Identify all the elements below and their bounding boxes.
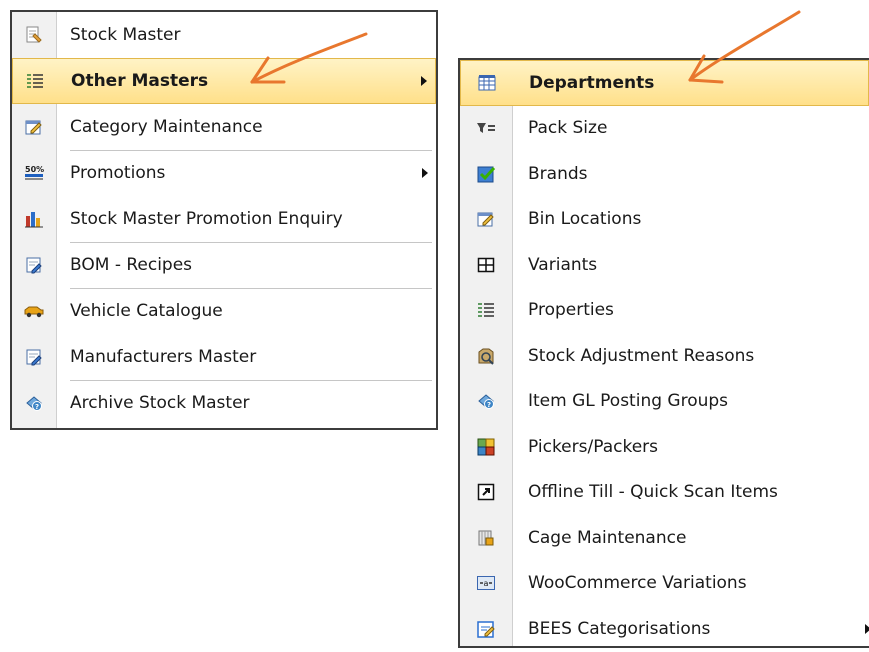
menu-item-pickers-packers[interactable]: Pickers/Packers: [460, 424, 869, 470]
menu-item-archive-stock-master[interactable]: ? Archive Stock Master: [12, 380, 436, 426]
menu-item-vehicle-catalogue[interactable]: Vehicle Catalogue: [12, 288, 436, 334]
menu-item-label: Variants: [528, 254, 598, 275]
cage-icon: [460, 515, 512, 561]
svg-text:a: a: [484, 579, 489, 588]
menu-item-stock-adjustment-reasons[interactable]: Stock Adjustment Reasons: [460, 333, 869, 379]
menu-item-item-gl-posting-groups[interactable]: ? Item GL Posting Groups: [460, 379, 869, 425]
adjustment-icon: [460, 333, 512, 379]
gl-posting-icon: ?: [460, 379, 512, 425]
menu-item-label: Stock Master: [70, 25, 181, 45]
svg-text:?: ?: [487, 401, 491, 409]
menu-item-departments[interactable]: Departments: [460, 60, 869, 106]
bees-icon: [460, 606, 512, 652]
menu-item-promotion-enquiry[interactable]: Stock Master Promotion Enquiry: [12, 196, 436, 242]
menu-item-label: BEES Categorisations: [528, 618, 711, 639]
menu-item-label: WooCommerce Variations: [528, 573, 747, 594]
woocommerce-icon: a: [460, 561, 512, 607]
menu-item-label: Category Maintenance: [70, 117, 263, 137]
menu-item-offline-till-quick-scan[interactable]: Offline Till - Quick Scan Items: [460, 470, 869, 516]
menu-item-label: Vehicle Catalogue: [70, 301, 223, 321]
shortcut-icon: [460, 470, 512, 516]
menu-item-variants[interactable]: Variants: [460, 242, 869, 288]
menu-item-brands[interactable]: Brands: [460, 151, 869, 197]
submenu-arrow-icon: [865, 623, 869, 634]
menu-item-label: Bin Locations: [528, 209, 642, 230]
archive-icon: ?: [12, 380, 56, 426]
menu-item-bees-categorisations[interactable]: BEES Categorisations: [460, 606, 869, 652]
category-icon: [12, 104, 56, 150]
properties-icon: [460, 288, 512, 334]
menu-item-label: Promotions: [70, 163, 166, 183]
variants-icon: [460, 242, 512, 288]
stock-menu: Stock Master Other Masters Category Main…: [10, 10, 438, 430]
menu-item-label: Pickers/Packers: [528, 436, 659, 457]
manufacturers-icon: [12, 334, 56, 380]
other-masters-icon: [13, 59, 57, 103]
stock-master-icon: [12, 12, 56, 58]
menu-item-label: Other Masters: [71, 71, 209, 91]
pack-size-icon: [460, 106, 512, 152]
menu-item-cage-maintenance[interactable]: Cage Maintenance: [460, 515, 869, 561]
menu-item-label: Pack Size: [528, 118, 608, 139]
menu-item-properties[interactable]: Properties: [460, 288, 869, 334]
menu-item-label: Properties: [528, 300, 614, 321]
promotion-enquiry-icon: [12, 196, 56, 242]
brands-icon: [460, 151, 512, 197]
menu-item-label: Stock Master Promotion Enquiry: [70, 209, 343, 229]
menu-item-label: BOM - Recipes: [70, 255, 193, 275]
menu-item-bin-locations[interactable]: Bin Locations: [460, 197, 869, 243]
other-masters-submenu: Departments Pack Size Brands Bin Locatio…: [458, 58, 869, 648]
menu-item-label: Stock Adjustment Reasons: [528, 345, 755, 366]
menu-item-bom-recipes[interactable]: BOM - Recipes: [12, 242, 436, 288]
svg-text:?: ?: [35, 403, 39, 411]
menu-item-label: Item GL Posting Groups: [528, 391, 729, 412]
departments-icon: [461, 61, 513, 105]
vehicle-icon: [12, 288, 56, 334]
menu-item-other-masters[interactable]: Other Masters: [12, 58, 436, 104]
submenu-arrow-icon: [421, 76, 427, 86]
promotions-icon: 50%: [12, 150, 56, 196]
menu-item-label: Departments: [529, 72, 655, 93]
menu-item-label: Brands: [528, 163, 588, 184]
bom-recipes-icon: [12, 242, 56, 288]
menu-item-label: Manufacturers Master: [70, 347, 257, 367]
bin-locations-icon: [460, 197, 512, 243]
menu-item-manufacturers-master[interactable]: Manufacturers Master: [12, 334, 436, 380]
menu-item-promotions[interactable]: 50% Promotions: [12, 150, 436, 196]
menu-item-category-maintenance[interactable]: Category Maintenance: [12, 104, 436, 150]
menu-item-label: Offline Till - Quick Scan Items: [528, 482, 778, 503]
submenu-arrow-icon: [422, 168, 428, 178]
menu-item-stock-master[interactable]: Stock Master: [12, 12, 436, 58]
pickers-icon: [460, 424, 512, 470]
menu-item-label: Archive Stock Master: [70, 393, 250, 413]
menu-item-label: Cage Maintenance: [528, 527, 687, 548]
menu-item-pack-size[interactable]: Pack Size: [460, 106, 869, 152]
menu-item-woocommerce-variations[interactable]: a WooCommerce Variations: [460, 561, 869, 607]
svg-text:50%: 50%: [25, 165, 44, 174]
